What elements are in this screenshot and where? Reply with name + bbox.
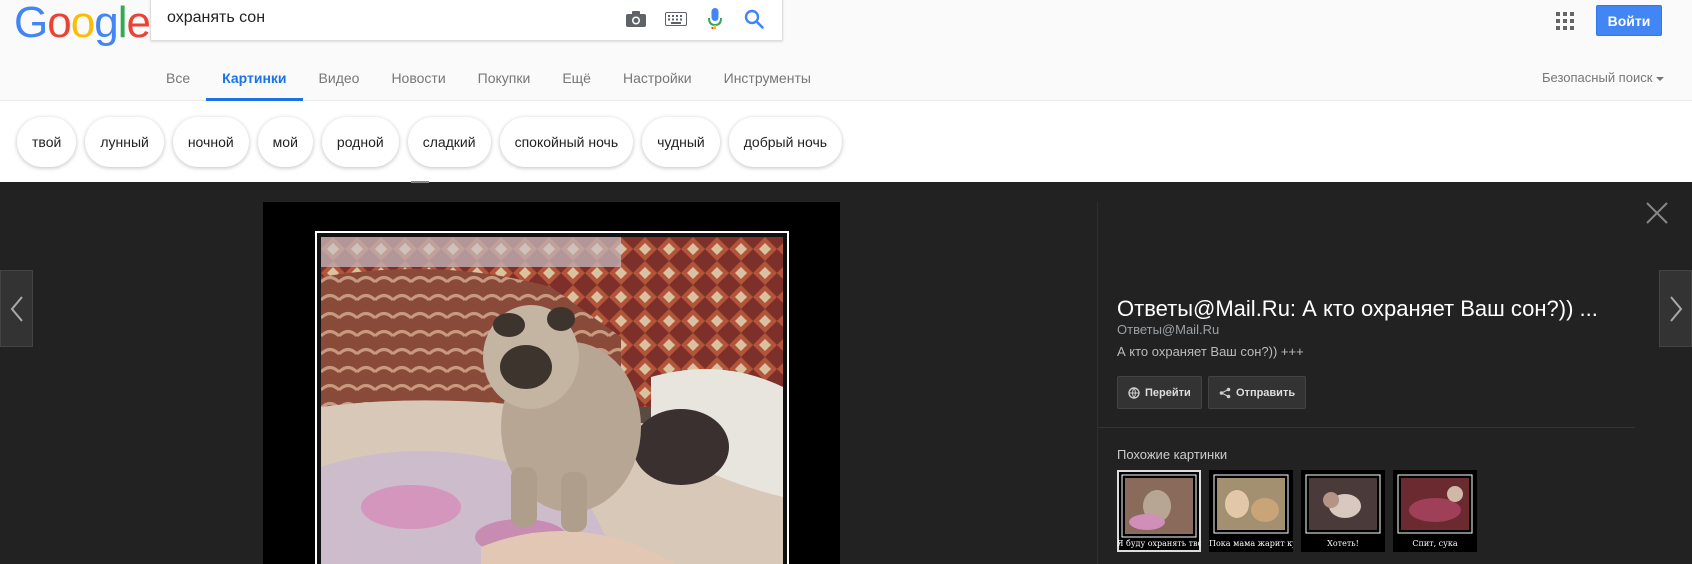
header: Google охранять сон Войти Все Картинки В <box>0 0 1692 101</box>
panel-divider <box>1097 202 1098 564</box>
thumbnail-caption: Спит, сука <box>1412 539 1458 548</box>
preview-image[interactable] <box>263 202 840 564</box>
demotivator-frame <box>315 231 789 564</box>
next-image-button[interactable] <box>1659 270 1692 347</box>
chip[interactable]: лунный <box>85 117 164 167</box>
similar-thumbnail[interactable]: Спит, сука <box>1393 470 1477 552</box>
tab-shopping[interactable]: Покупки <box>478 70 531 101</box>
mic-icon[interactable] <box>702 7 728 31</box>
similar-thumbnail[interactable]: Пока мама жарит кур <box>1209 470 1293 552</box>
chip[interactable]: добрый ночь <box>728 117 843 167</box>
thumbnail-caption: Пока мама жарит кур <box>1209 539 1293 548</box>
tab-all[interactable]: Все <box>166 70 190 101</box>
logo-letter: o <box>47 0 72 47</box>
visit-label: Перейти <box>1145 386 1191 399</box>
similar-images-list: Я буду охранять твой сон Пока мама жарит… <box>1117 470 1485 552</box>
chip[interactable]: ночной <box>172 117 249 167</box>
close-icon[interactable] <box>1645 201 1669 225</box>
logo-letter: o <box>70 0 96 47</box>
tab-tools[interactable]: Инструменты <box>724 70 811 101</box>
safe-search-label: Безопасный поиск <box>1542 70 1653 85</box>
search-icon[interactable] <box>741 7 767 31</box>
similar-thumbnail[interactable]: Я буду охранять твой сон <box>1117 470 1201 552</box>
chip[interactable]: твой <box>17 117 77 167</box>
logo-letter: e <box>126 0 151 47</box>
logo-letter: g <box>94 0 119 47</box>
globe-icon <box>1128 386 1140 399</box>
camera-icon[interactable] <box>623 7 649 31</box>
chip[interactable]: чудный <box>642 117 720 167</box>
google-images-page: Google охранять сон Войти Все Картинки В <box>0 0 1692 564</box>
signin-button[interactable]: Войти <box>1596 5 1662 36</box>
share-button[interactable]: Отправить <box>1208 376 1307 409</box>
chevron-down-icon <box>1656 76 1665 81</box>
tab-settings[interactable]: Настройки <box>623 70 692 101</box>
tab-video[interactable]: Видео <box>319 70 360 101</box>
tab-images[interactable]: Картинки <box>206 70 304 101</box>
search-input[interactable]: охранять сон <box>167 9 265 27</box>
visit-button[interactable]: Перейти <box>1117 376 1202 409</box>
similar-images-heading: Похожие картинки <box>1117 447 1228 462</box>
selected-result-indicator <box>411 181 429 183</box>
share-icon <box>1219 387 1231 398</box>
chip[interactable]: родной <box>321 117 399 167</box>
previous-image-button[interactable] <box>0 270 33 347</box>
pug-photo <box>321 237 783 564</box>
tab-news[interactable]: Новости <box>391 70 445 101</box>
chip[interactable]: сладкий <box>407 117 491 167</box>
thumbnail-caption: Хотеть! <box>1327 539 1359 548</box>
logo-letter: G <box>14 0 48 47</box>
google-logo[interactable]: Google <box>14 0 151 47</box>
chip[interactable]: мой <box>257 117 313 167</box>
chip[interactable]: спокойный ночь <box>499 117 634 167</box>
result-description: А кто охраняет Ваш сон?)) +++ <box>1117 344 1304 359</box>
apps-grid-icon[interactable] <box>1556 12 1574 30</box>
related-search-chips: твой лунный ночной мой родной сладкий сп… <box>17 117 851 167</box>
chevron-right-icon <box>1669 295 1682 322</box>
result-site[interactable]: Ответы@Mail.Ru <box>1117 322 1219 337</box>
tab-more[interactable]: Ещё <box>562 70 591 101</box>
search-box[interactable]: охранять сон <box>150 0 783 41</box>
section-divider <box>1097 427 1635 428</box>
logo-letter: l <box>117 0 128 47</box>
chevron-left-icon <box>10 295 23 322</box>
keyboard-icon[interactable] <box>663 7 689 31</box>
share-label: Отправить <box>1236 386 1296 399</box>
image-viewer-panel: Ответы@Mail.Ru: А кто охраняет Ваш сон?)… <box>0 181 1692 564</box>
thumbnail-caption: Я буду охранять твой сон <box>1117 539 1201 548</box>
safe-search-toggle[interactable]: Безопасный поиск <box>1542 70 1665 85</box>
search-tabs: Все Картинки Видео Новости Покупки Ещё Н… <box>166 70 843 101</box>
similar-thumbnail[interactable]: Хотеть! <box>1301 470 1385 552</box>
result-title[interactable]: Ответы@Mail.Ru: А кто охраняет Ваш сон?)… <box>1117 296 1598 322</box>
